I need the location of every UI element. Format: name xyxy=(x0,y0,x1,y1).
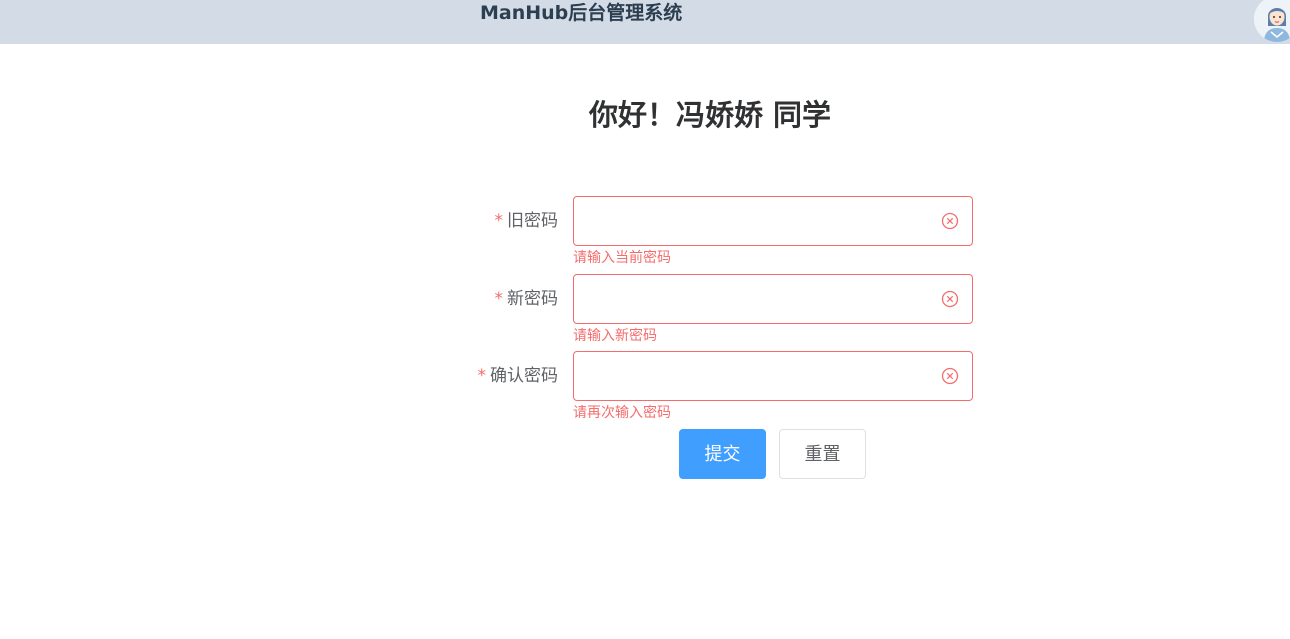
new-password-error: 请输入新密码 xyxy=(573,328,657,344)
top-header-bar: ManHub后台管理系统 xyxy=(0,0,1290,44)
required-mark: * xyxy=(494,211,504,231)
new-password-input[interactable] xyxy=(574,275,972,323)
new-password-label-text: 新密码 xyxy=(507,289,558,309)
confirm-password-input-wrapper xyxy=(573,351,973,401)
confirm-password-label: * 确认密码 xyxy=(478,351,559,401)
old-password-error: 请输入当前密码 xyxy=(573,250,671,266)
old-password-label: * 旧密码 xyxy=(495,196,559,246)
old-password-label-text: 旧密码 xyxy=(507,211,558,231)
old-password-input[interactable] xyxy=(574,197,972,245)
circle-close-icon[interactable] xyxy=(941,212,959,230)
greeting-title: 你好！冯娇娇 同学 xyxy=(588,98,832,132)
old-password-input-wrapper xyxy=(573,196,973,246)
new-password-label: * 新密码 xyxy=(495,274,559,324)
required-mark: * xyxy=(477,366,487,386)
confirm-password-item: * 确认密码 请再次输入密码 xyxy=(0,351,1290,421)
new-password-input-wrapper xyxy=(573,274,973,324)
circle-close-icon[interactable] xyxy=(941,367,959,385)
required-mark: * xyxy=(494,289,504,309)
confirm-password-label-text: 确认密码 xyxy=(490,366,558,386)
app-title: ManHub后台管理系统 xyxy=(480,2,683,24)
confirm-password-error: 请再次输入密码 xyxy=(573,405,671,421)
avatar-illustration xyxy=(1254,0,1290,42)
user-avatar-icon[interactable] xyxy=(1254,0,1290,42)
confirm-password-input[interactable] xyxy=(574,352,972,400)
old-password-item: * 旧密码 请输入当前密码 xyxy=(0,196,1290,266)
circle-close-icon[interactable] xyxy=(941,290,959,308)
new-password-item: * 新密码 请输入新密码 xyxy=(0,274,1290,344)
reset-button[interactable]: 重置 xyxy=(779,429,866,479)
submit-button[interactable]: 提交 xyxy=(679,429,766,479)
